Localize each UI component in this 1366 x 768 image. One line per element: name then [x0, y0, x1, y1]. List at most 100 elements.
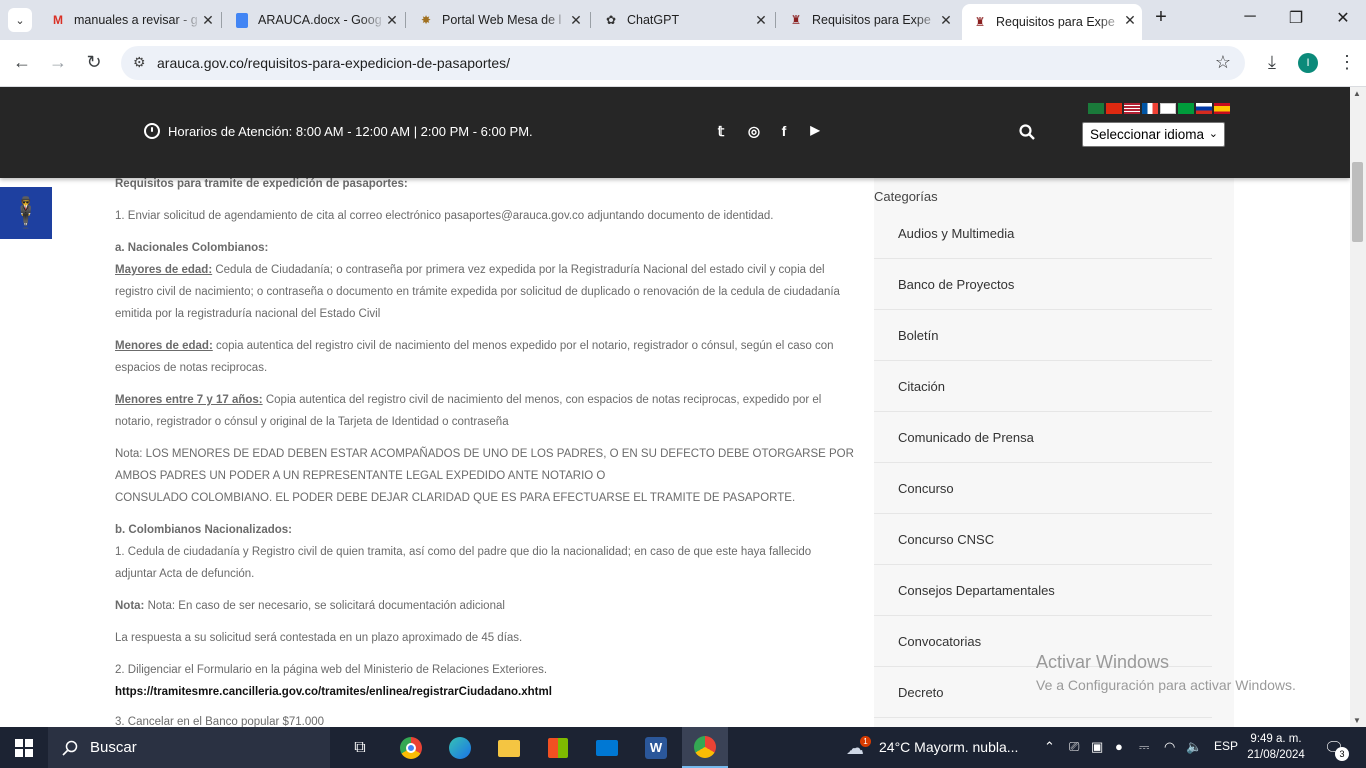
accessibility-icon[interactable]: 🕴 [0, 187, 52, 239]
tab-gmail[interactable]: M manuales a revisar - g ✕ [40, 6, 220, 34]
twitter-icon[interactable]: 𝕥 [712, 123, 730, 140]
youtube-icon[interactable]: ▶ [806, 123, 824, 137]
chevron-up-icon[interactable]: ⌃ [1044, 739, 1055, 755]
flag-arabic-icon[interactable] [1088, 103, 1104, 114]
flag-korean-icon[interactable] [1160, 103, 1176, 114]
category-link[interactable]: Comunicado de Prensa [874, 412, 1212, 463]
search-icon [62, 740, 78, 756]
tab-divider [775, 12, 776, 28]
power-icon[interactable]: ⎓ [1139, 739, 1149, 755]
close-tab-icon[interactable]: ✕ [753, 12, 769, 29]
tab-search-button[interactable]: ⌄ [8, 8, 32, 32]
tab-requisitos-active[interactable]: ♜ Requisitos para Expe ✕ [962, 4, 1142, 40]
close-tab-icon[interactable]: ✕ [1122, 12, 1138, 29]
clock[interactable]: 9:49 a. m. 21/08/2024 [1244, 731, 1308, 763]
input-language[interactable]: ESP [1214, 739, 1238, 753]
word-icon[interactable]: W [643, 735, 669, 761]
microsoft-store-icon[interactable] [545, 735, 571, 761]
category-link[interactable]: Banco de Proyectos [874, 259, 1212, 310]
scroll-up-icon[interactable]: ▲ [1353, 89, 1361, 98]
category-link[interactable]: Concurso [874, 463, 1212, 514]
reload-icon[interactable]: ↻ [82, 52, 106, 73]
menu-kebab-icon[interactable]: ⋮ [1335, 52, 1359, 73]
site-top-bar: Horarios de Atención: 8:00 AM - 12:00 AM… [0, 87, 1350, 178]
scrollbar-thumb[interactable] [1352, 162, 1363, 242]
categories-sidebar: Categorías Audios y Multimedia Banco de … [874, 178, 1234, 727]
bookmark-star-icon[interactable]: ☆ [1215, 52, 1231, 73]
volume-icon[interactable]: 🔈 [1186, 739, 1202, 755]
file-explorer-icon[interactable] [496, 735, 522, 761]
tab-title: ChatGPT [627, 13, 680, 27]
article-content: Requisitos para tramite de expedición de… [115, 178, 855, 727]
watermark-line-1: Activar Windows [1036, 652, 1170, 672]
language-flags [1088, 103, 1230, 114]
back-icon[interactable]: ← [10, 52, 34, 73]
tab-portal[interactable]: ✸ Portal Web Mesa de l ✕ [408, 6, 588, 34]
nota-2-paragraph: Nota: Nota: En caso de ser necesario, se… [115, 595, 855, 617]
windows-start-icon[interactable] [11, 735, 37, 761]
flag-russian-icon[interactable] [1196, 103, 1212, 114]
flag-spanish-icon[interactable] [1214, 103, 1230, 114]
flag-chinese-icon[interactable] [1106, 103, 1122, 114]
flag-portuguese-icon[interactable] [1178, 103, 1194, 114]
close-tab-icon[interactable]: ✕ [384, 12, 400, 29]
omnibox[interactable]: ⚙ arauca.gov.co/requisitos-para-expedici… [121, 46, 1245, 80]
taskbar-search[interactable]: Buscar [48, 727, 330, 768]
close-window-button[interactable]: ✕ [1331, 8, 1355, 28]
menores-text: copia autentica del registro civil de na… [115, 340, 834, 374]
chrome-icon [694, 736, 716, 758]
tray-app-icon[interactable]: ▣ [1091, 739, 1103, 755]
nota-2-text: Nota: En caso de ser necesario, se solic… [144, 600, 505, 612]
category-label: Convocatorias [898, 634, 982, 649]
language-select[interactable]: Seleccionar idioma ⌄ [1082, 122, 1225, 147]
category-link[interactable]: Audios y Multimedia [874, 208, 1212, 259]
download-icon[interactable]: ⤓ [1260, 52, 1284, 73]
clock-time: 9:49 a. m. [1250, 733, 1302, 745]
new-tab-button[interactable]: + [1149, 6, 1173, 29]
weather-text[interactable]: 24°C Mayorm. nubla... [879, 739, 1018, 755]
scroll-down-icon[interactable]: ▼ [1353, 716, 1361, 725]
flag-english-icon[interactable] [1124, 103, 1140, 114]
chrome-icon[interactable] [398, 735, 424, 761]
close-tab-icon[interactable]: ✕ [568, 12, 584, 29]
instagram-icon[interactable]: ◎ [745, 123, 763, 140]
category-label: Citación [898, 379, 945, 394]
chrome-tray-icon[interactable]: ● [1115, 739, 1123, 754]
page-scrollbar[interactable]: ▲ ▼ [1350, 87, 1366, 727]
edge-icon[interactable] [447, 735, 473, 761]
mail-icon[interactable] [594, 735, 620, 761]
tab-title: ARAUCA.docx - Goog [258, 13, 382, 27]
cancilleria-link[interactable]: https://tramitesmre.cancilleria.gov.co/t… [115, 681, 855, 703]
chrome-active-highlight[interactable] [682, 727, 728, 768]
forward-icon[interactable]: → [46, 52, 70, 73]
arauca-icon: ♜ [974, 15, 986, 29]
portal-icon: ✸ [420, 13, 432, 27]
windows-taskbar: Buscar ⧉ W ☁ 1 24°C Mayorm. nubla... ⌃ ⎚… [0, 727, 1366, 768]
search-icon[interactable] [1019, 124, 1035, 144]
category-link[interactable]: Citación [874, 361, 1212, 412]
minimize-button[interactable]: ─ [1238, 8, 1262, 26]
tab-requisitos-1[interactable]: ♜ Requisitos para Expe ✕ [778, 6, 958, 34]
category-label: Consejos Departamentales [898, 583, 1055, 598]
close-tab-icon[interactable]: ✕ [200, 12, 216, 29]
tab-chatgpt[interactable]: ✿ ChatGPT ✕ [593, 6, 773, 34]
meet-now-icon[interactable]: ⎚ [1069, 739, 1079, 755]
flag-french-icon[interactable] [1142, 103, 1158, 114]
url-text[interactable]: arauca.gov.co/requisitos-para-expedicion… [157, 55, 510, 71]
tab-docs[interactable]: ARAUCA.docx - Goog ✕ [224, 6, 404, 34]
category-link[interactable]: Concurso CNSC [874, 514, 1212, 565]
category-link[interactable]: Boletín [874, 310, 1212, 361]
wifi-icon[interactable]: ◠ [1164, 739, 1175, 755]
categories-heading: Categorías [874, 189, 938, 204]
category-link[interactable]: Consejos Departamentales [874, 565, 1212, 616]
close-tab-icon[interactable]: ✕ [938, 12, 954, 29]
category-label: Comunicado de Prensa [898, 430, 1034, 445]
profile-avatar[interactable]: I [1298, 53, 1318, 73]
category-label: Concurso [898, 481, 954, 496]
facebook-icon[interactable]: f [775, 123, 793, 139]
section-b-text: 1. Cedula de ciudadanía y Registro civil… [115, 546, 812, 580]
task-view-icon[interactable]: ⧉ [347, 735, 373, 761]
site-info-icon[interactable]: ⚙ [133, 54, 146, 71]
restore-button[interactable]: ❐ [1284, 8, 1308, 28]
tab-title: Requisitos para Expe [996, 15, 1115, 29]
